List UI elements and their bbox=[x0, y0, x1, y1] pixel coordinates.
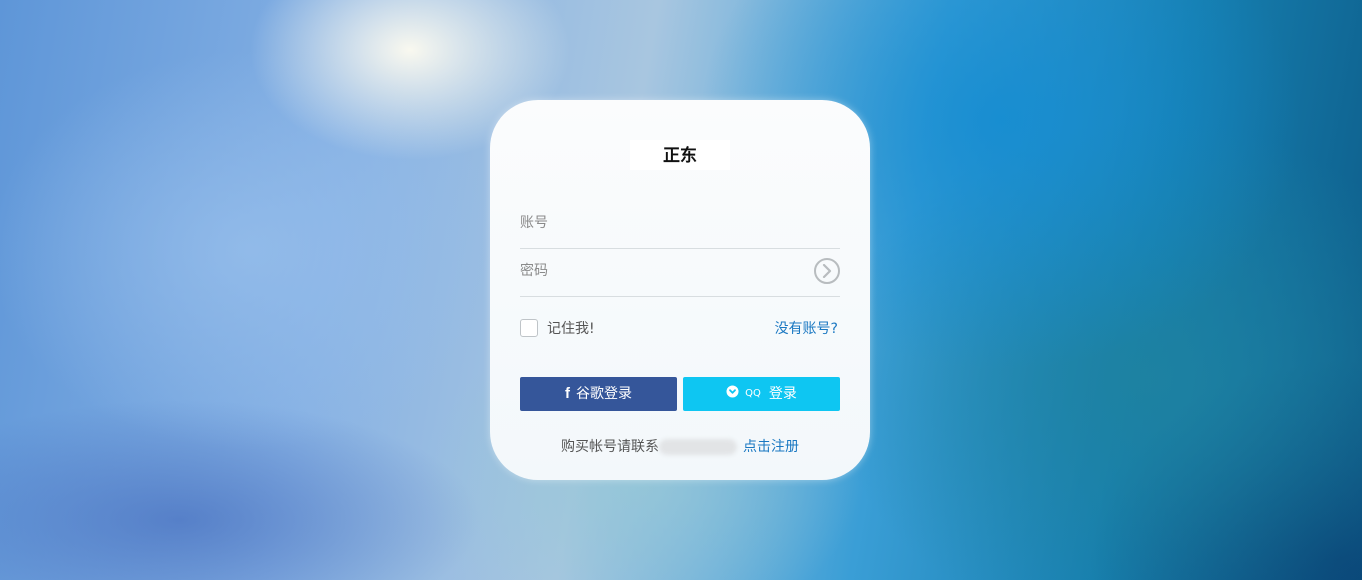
remember-me-checkbox[interactable] bbox=[520, 319, 538, 337]
register-link[interactable]: 点击注册 bbox=[743, 439, 799, 455]
account-field bbox=[520, 200, 840, 249]
password-input[interactable] bbox=[520, 256, 800, 286]
facebook-f-icon: f bbox=[565, 385, 570, 402]
account-input[interactable] bbox=[520, 208, 800, 238]
remember-me-label: 记住我! bbox=[547, 321, 595, 337]
footer-contact: 购买帐号请联系 点击注册 bbox=[490, 436, 870, 456]
qq-login-button[interactable]: QQ 登录 bbox=[683, 377, 840, 411]
login-card: 正东 记住我! 没有账号? f 谷歌登录 QQ 登录 购买帐号请联系 点击注册 bbox=[490, 100, 870, 480]
qq-login-label: 登录 bbox=[768, 386, 797, 402]
password-field bbox=[520, 248, 840, 297]
footer-text: 购买帐号请联系 bbox=[561, 439, 659, 455]
chat-bubble-icon bbox=[726, 377, 739, 411]
qq-icon-text: QQ bbox=[745, 388, 761, 399]
brand-logo: 正东 bbox=[630, 140, 730, 170]
chevron-right-icon bbox=[822, 264, 832, 278]
redacted-contact bbox=[659, 439, 737, 455]
google-login-label: 谷歌登录 bbox=[576, 386, 632, 402]
no-account-link[interactable]: 没有账号? bbox=[775, 318, 838, 338]
google-login-button[interactable]: f 谷歌登录 bbox=[520, 377, 677, 411]
login-submit-button[interactable] bbox=[814, 258, 840, 284]
